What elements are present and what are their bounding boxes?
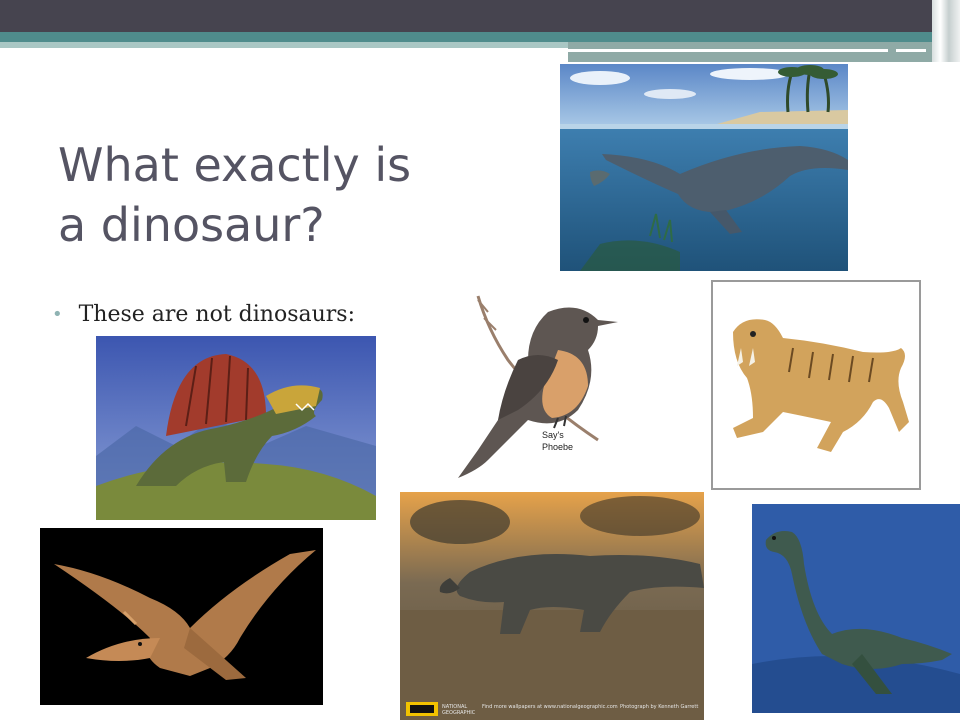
- header-divider-line-short: [896, 49, 926, 52]
- komodo-logo-line-2: GEOGRAPHIC: [442, 710, 476, 716]
- bird-image: Say's Phoebe: [448, 290, 628, 480]
- pterosaur-image: [40, 528, 323, 705]
- bullet-item: • These are not dinosaurs:: [52, 302, 412, 327]
- header-corner-decoration: [932, 0, 960, 62]
- bullet-dot-icon: •: [52, 304, 63, 325]
- bird-caption-line-2: Phoebe: [542, 442, 573, 452]
- slide-title-line-2: a dinosaur?: [58, 198, 325, 252]
- komodo-credit-left: Find more wallpapers at www.nationalgeog…: [482, 704, 618, 710]
- plesiosaur-image: [752, 504, 960, 713]
- header-accent-band: [0, 32, 960, 42]
- header-bar: [0, 0, 960, 32]
- header-accent-band-light: [0, 42, 568, 48]
- header-accent-band-right: [568, 42, 960, 62]
- komodo-dragon-image: NATIONAL GEOGRAPHIC Find more wallpapers…: [400, 492, 704, 720]
- bird-caption-line-1: Say's: [542, 430, 564, 440]
- sabre-tooth-image: [711, 280, 921, 490]
- header-divider-line: [568, 49, 888, 52]
- bullet-text: These are not dinosaurs:: [78, 302, 356, 327]
- marine-reptile-image: [560, 64, 848, 271]
- komodo-credit-right: Photograph by Kenneth Garrett: [620, 704, 698, 710]
- slide-title: What exactly is a dinosaur?: [58, 135, 478, 255]
- dimetrodon-image: [96, 336, 376, 520]
- slide-title-line-1: What exactly is: [58, 138, 412, 192]
